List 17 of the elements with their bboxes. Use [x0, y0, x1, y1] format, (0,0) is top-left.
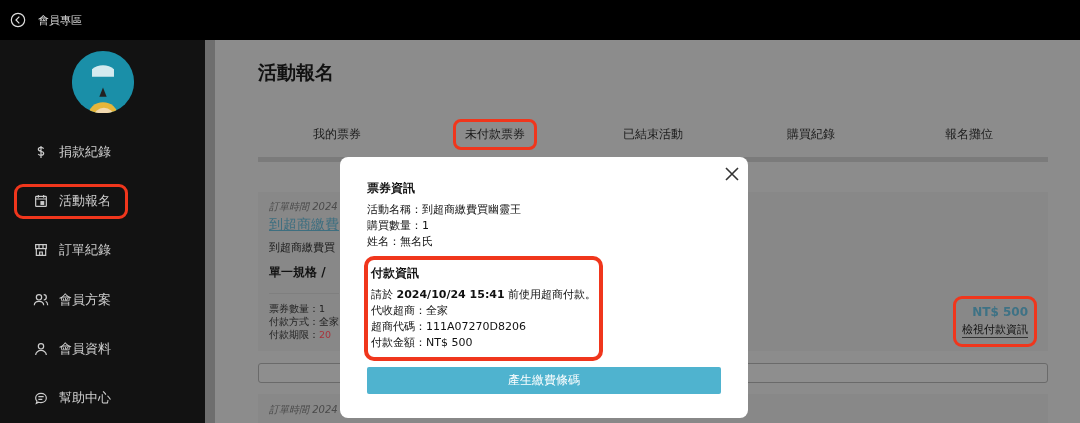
info-line: 活動名稱：到超商繳費買幽靈王	[367, 203, 521, 216]
info-line: 姓名：無名氏	[367, 235, 434, 248]
order-detail: 付款方式：全家	[269, 315, 339, 328]
info-line: 超商代碼：111A07270D8206	[371, 320, 527, 333]
order-detail: 票券數量：1	[269, 302, 327, 315]
section-heading: 活動報名	[258, 60, 335, 85]
price: NT$ 500	[972, 305, 1028, 319]
order-detail: 付款期限：20	[269, 328, 333, 341]
info-line: 請於 2024/10/24 15:41 前使用超商付款。	[371, 288, 597, 301]
page-title: 會員專區	[38, 12, 82, 28]
info-line: 付款金額：NT$ 500	[371, 336, 474, 349]
info-line: 代收超商：全家	[371, 304, 449, 317]
info-line: 購買數量：1	[367, 219, 430, 232]
event-description: 到超商繳費買	[269, 240, 336, 255]
section-title: 票券資訊	[367, 181, 416, 196]
section-title: 付款資訊	[371, 266, 420, 281]
ticket-spec: 單一規格 /	[269, 264, 339, 294]
